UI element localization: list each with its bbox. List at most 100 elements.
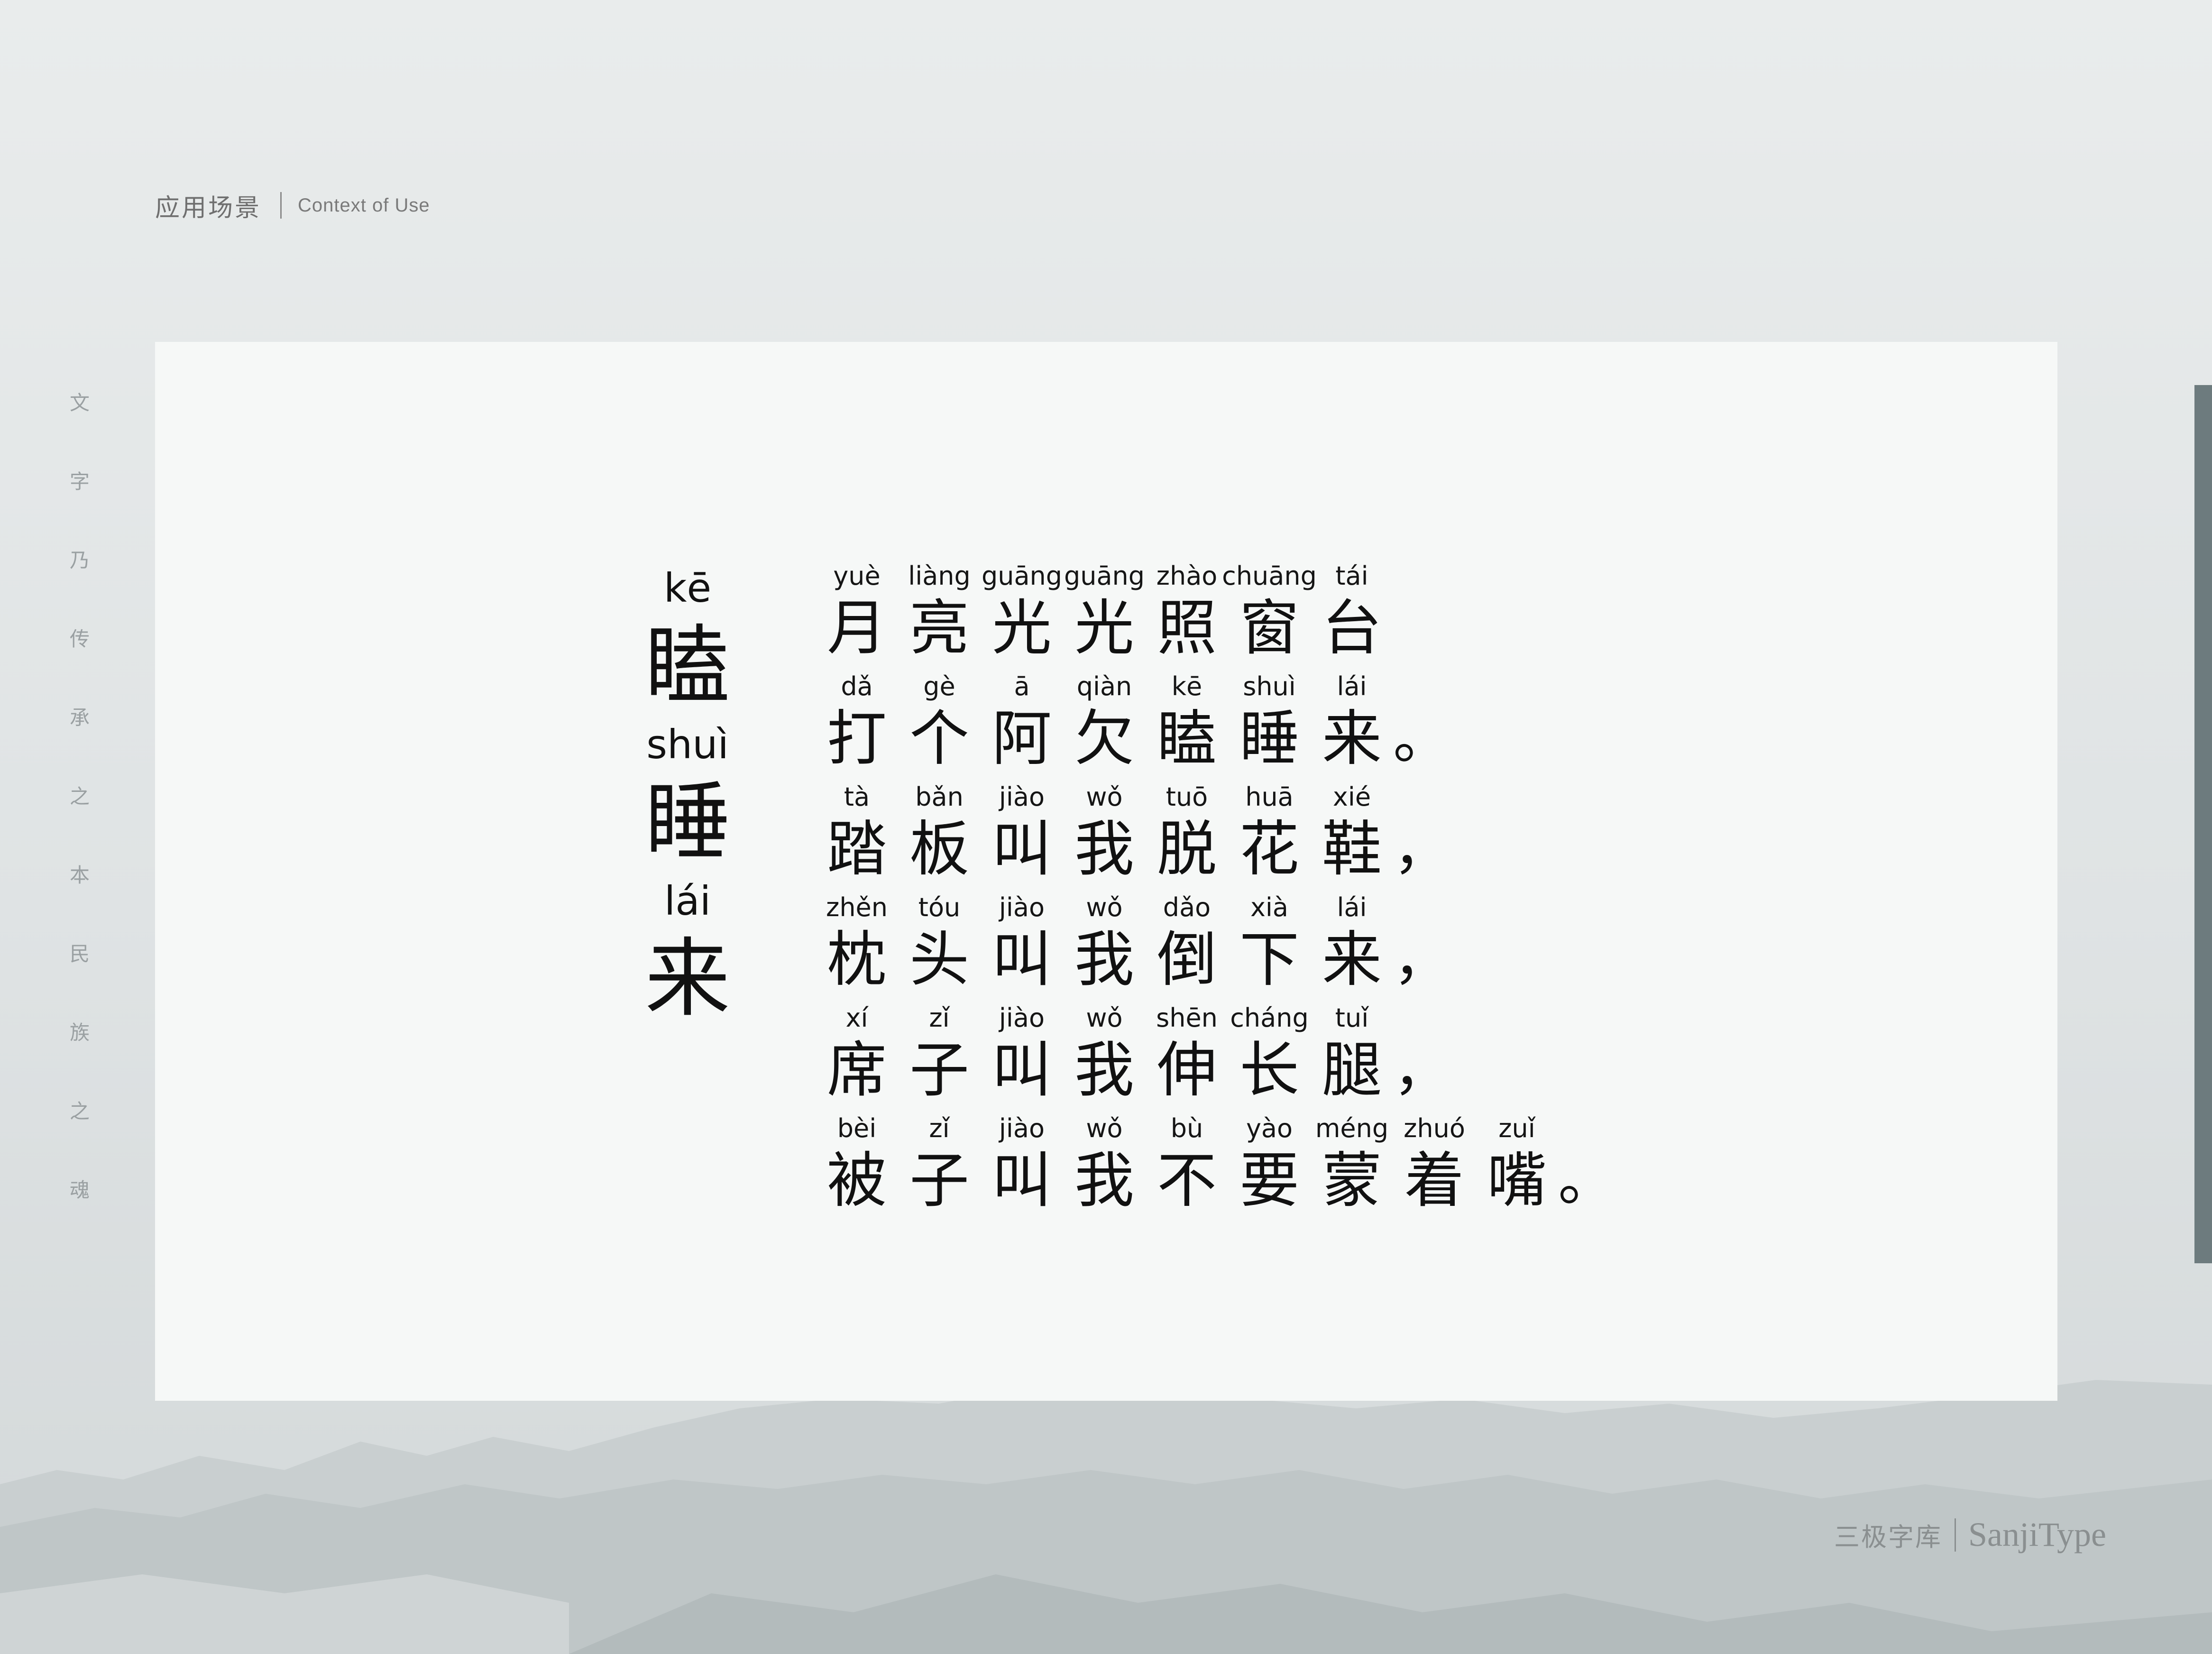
pinyin: zhuó [1404, 1113, 1465, 1143]
section-header: 应用场景 Context of Use [155, 184, 430, 227]
punctuation: 。 [1393, 706, 1450, 772]
punctuation-cell: ， [1393, 781, 1450, 891]
punctuation-cell: 。 [1393, 670, 1450, 781]
pinyin: jiào [999, 782, 1045, 812]
poem-cell: méng 蒙 [1311, 1112, 1393, 1222]
pinyin: tái [1335, 561, 1368, 591]
brand-name-zh: 三极字库 [1834, 1522, 1942, 1552]
hanzi: 叫 [992, 814, 1052, 884]
punctuation: 。 [1558, 1148, 1615, 1213]
poem-cell: bù 不 [1146, 1112, 1228, 1222]
poem-cell: xí 席 [816, 1002, 898, 1112]
hanzi: 着 [1404, 1146, 1464, 1215]
poem-line: yuè 月 liàng 亮 guāng 光 guāng 光 zhào 照 chuāng 窗 tái 台 [816, 560, 1610, 670]
poem-line: xí 席 zǐ 子 jiào 叫 wǒ 我 shēn 伸 cháng 长 tuǐ 腿， [816, 1002, 1610, 1112]
poem-cell: xié 鞋 [1311, 781, 1393, 891]
poem-cell: wǒ 我 [1063, 781, 1146, 891]
title-char: 瞌 [644, 616, 730, 716]
poem-line: bèi 被 zǐ 子 jiào 叫 wǒ 我 bù 不 yào 要 méng 蒙 zhuó 着 zuǐ 嘴。 [816, 1112, 1615, 1222]
poem-cell: dǎ 打 [816, 670, 898, 781]
poem-cell: zǐ 子 [898, 1112, 981, 1222]
punctuation: ， [1393, 927, 1450, 992]
poem-title: kē 瞌 shuì 睡 lái 来 [635, 562, 740, 1031]
pinyin: bǎn [915, 782, 964, 812]
pinyin: tà [844, 782, 870, 812]
pinyin: tuō [1166, 782, 1208, 812]
vertical-char: 魂 [69, 1178, 90, 1202]
poem-cell: zǐ 子 [898, 1002, 981, 1112]
hanzi: 要 [1239, 1146, 1299, 1215]
poem-cell: tuō 脱 [1146, 781, 1228, 891]
section-title-zh: 应用场景 [155, 193, 262, 222]
pinyin: guāng [981, 561, 1063, 591]
hanzi: 我 [1074, 814, 1134, 884]
hanzi: 蒙 [1322, 1146, 1382, 1215]
poem-cell: tà 踏 [816, 781, 898, 891]
hanzi: 睡 [1239, 704, 1299, 773]
hanzi: 欠 [1074, 704, 1134, 773]
hanzi: 席 [827, 1035, 887, 1105]
hanzi: 下 [1239, 925, 1299, 994]
hanzi: 脱 [1157, 814, 1217, 884]
poem-cell: wǒ 我 [1063, 891, 1146, 1002]
hanzi: 被 [827, 1146, 887, 1215]
pinyin: zǐ [929, 1113, 950, 1143]
pinyin: lái [1337, 671, 1367, 701]
poem-cell: huā 花 [1228, 781, 1311, 891]
vertical-char: 之 [69, 1100, 90, 1123]
hanzi: 倒 [1157, 925, 1217, 994]
hanzi: 叫 [992, 1035, 1052, 1105]
vertical-char: 传 [69, 627, 90, 651]
punctuation-cell: 。 [1558, 1112, 1615, 1222]
punctuation: ， [1393, 1037, 1450, 1103]
hanzi: 踏 [827, 814, 887, 884]
vertical-char: 乃 [69, 549, 90, 572]
hanzi: 瞌 [1157, 704, 1217, 773]
hanzi: 枕 [827, 925, 887, 994]
hanzi: 月 [827, 593, 887, 663]
pinyin: lái [1337, 892, 1367, 922]
title-pinyin: kē [663, 565, 712, 611]
poem-cell: tóu 头 [898, 891, 981, 1002]
hanzi: 花 [1239, 814, 1299, 884]
pinyin: wǒ [1086, 892, 1123, 922]
punctuation: ， [1393, 816, 1450, 882]
vertical-char: 承 [69, 706, 90, 729]
poem-cell: jiào 叫 [981, 891, 1063, 1002]
poem-cell: tái 台 [1311, 560, 1393, 670]
poem-cell: zhěn 枕 [816, 891, 898, 1002]
hanzi: 光 [992, 593, 1052, 663]
pinyin: jiào [999, 892, 1045, 922]
poem-cell: guāng 光 [1063, 560, 1146, 670]
pinyin: zhěn [826, 892, 888, 922]
poem-cell: yào 要 [1228, 1112, 1311, 1222]
pinyin: zhào [1156, 561, 1218, 591]
title-char: 来 [644, 929, 730, 1029]
hanzi: 叫 [992, 1146, 1052, 1215]
brand-mark: 三极字库 SanjiType [1834, 1515, 2106, 1554]
pinyin: cháng [1230, 1003, 1309, 1033]
pinyin: shuì [1243, 671, 1296, 701]
hanzi: 长 [1239, 1035, 1299, 1105]
title-pinyin: shuì [646, 721, 729, 768]
poem-cell: zuǐ 嘴 [1476, 1112, 1558, 1222]
hanzi: 阿 [992, 704, 1052, 773]
hanzi: 嘴 [1487, 1146, 1547, 1215]
pinyin: zuǐ [1498, 1113, 1535, 1143]
pinyin: kē [1171, 671, 1202, 701]
pinyin: bù [1170, 1113, 1203, 1143]
pinyin: ā [1014, 671, 1030, 701]
vertical-char: 民 [69, 942, 90, 965]
poem-cell: jiào 叫 [981, 1002, 1063, 1112]
brand-divider [1955, 1518, 1956, 1552]
brand-name-en: SanjiType [1968, 1516, 2106, 1553]
pinyin: jiào [999, 1113, 1045, 1143]
pinyin: wǒ [1086, 1003, 1123, 1033]
poem-cell: xià 下 [1228, 891, 1311, 1002]
pinyin: dǎ [841, 671, 873, 701]
hanzi: 鞋 [1322, 814, 1382, 884]
vertical-char: 字 [69, 470, 90, 493]
header-divider [280, 192, 282, 219]
poem-line: zhěn 枕 tóu 头 jiào 叫 wǒ 我 dǎo 倒 xià 下 lái 来， [816, 891, 1610, 1002]
pinyin: gè [923, 671, 955, 701]
